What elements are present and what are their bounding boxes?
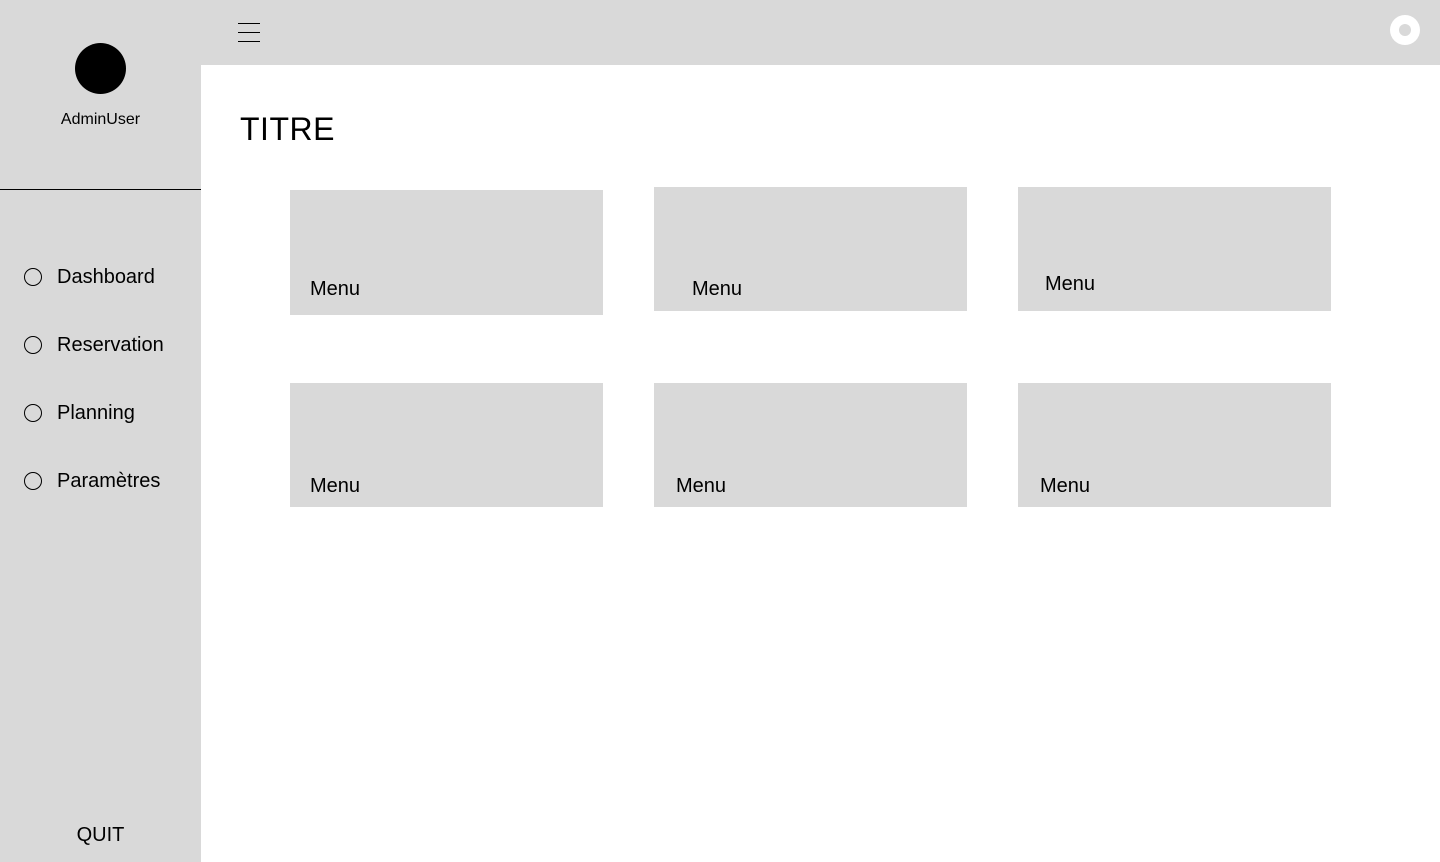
menu-card-2[interactable]: Menu bbox=[654, 187, 967, 311]
menu-card-6[interactable]: Menu bbox=[1018, 383, 1331, 507]
avatar[interactable] bbox=[75, 43, 126, 94]
sidebar-item-label: Reservation bbox=[57, 334, 164, 356]
menu-card-1[interactable]: Menu bbox=[290, 190, 603, 315]
top-bar bbox=[201, 0, 1440, 65]
menu-card-label: Menu bbox=[310, 278, 361, 300]
sidebar-item-reservation[interactable]: Reservation bbox=[24, 332, 164, 358]
radio-circle-icon bbox=[24, 404, 42, 422]
menu-card-label: Menu bbox=[692, 278, 743, 300]
sidebar-item-dashboard[interactable]: Dashboard bbox=[24, 264, 155, 290]
app-window: AdminUser Dashboard Reservation Planning… bbox=[0, 0, 1440, 862]
sidebar-item-label: Planning bbox=[57, 402, 135, 424]
sidebar-item-label: Dashboard bbox=[57, 266, 155, 288]
menu-card-4[interactable]: Menu bbox=[290, 383, 603, 507]
hamburger-menu-icon[interactable] bbox=[238, 21, 260, 43]
menu-card-5[interactable]: Menu bbox=[654, 383, 967, 507]
toggle-icon[interactable] bbox=[1390, 15, 1420, 45]
menu-card-label: Menu bbox=[1040, 475, 1091, 497]
sidebar-item-planning[interactable]: Planning bbox=[24, 400, 135, 426]
radio-circle-icon bbox=[24, 336, 42, 354]
menu-card-label: Menu bbox=[676, 475, 727, 497]
sidebar-item-label: Paramètres bbox=[57, 470, 161, 492]
radio-circle-icon bbox=[24, 268, 42, 286]
radio-circle-icon bbox=[24, 472, 42, 490]
page-title: TITRE bbox=[240, 111, 335, 147]
user-profile: AdminUser bbox=[0, 0, 201, 190]
sidebar: AdminUser Dashboard Reservation Planning… bbox=[0, 0, 201, 862]
menu-card-label: Menu bbox=[310, 475, 361, 497]
menu-card-3[interactable]: Menu bbox=[1018, 187, 1331, 311]
quit-button[interactable]: QUIT bbox=[0, 822, 201, 848]
sidebar-item-parametres[interactable]: Paramètres bbox=[24, 468, 160, 494]
username: AdminUser bbox=[60, 111, 141, 128]
menu-card-label: Menu bbox=[1045, 273, 1096, 295]
